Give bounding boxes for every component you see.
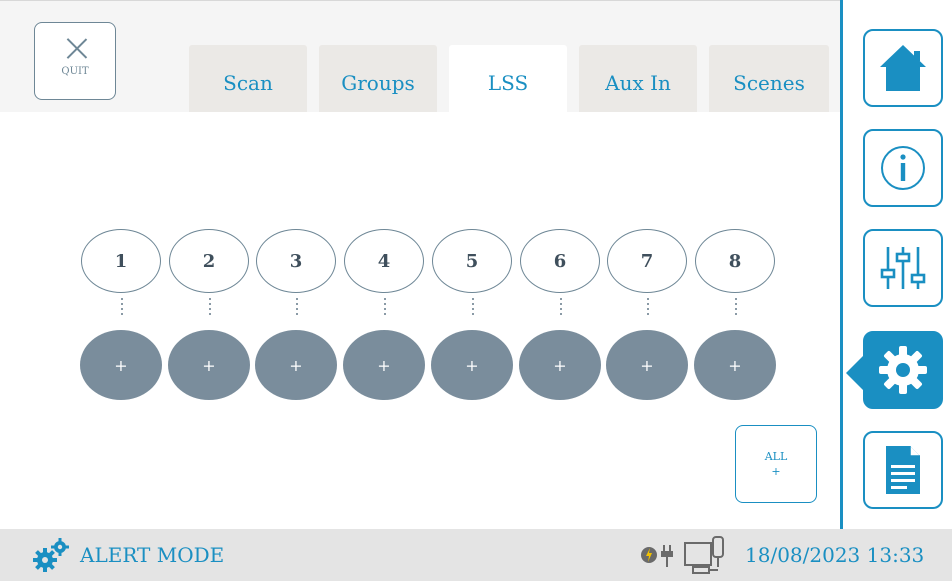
channel-8-add-button[interactable]: + bbox=[694, 330, 776, 400]
channel-4-label: 4 bbox=[344, 229, 424, 293]
channel-5-add-button[interactable]: + bbox=[431, 330, 513, 400]
settings-button[interactable] bbox=[863, 331, 943, 409]
connector bbox=[735, 298, 737, 318]
sliders-icon bbox=[880, 247, 926, 289]
channel-2-add-button[interactable]: + bbox=[168, 330, 250, 400]
channel-3-label: 3 bbox=[256, 229, 336, 293]
home-button[interactable] bbox=[863, 29, 943, 107]
document-button[interactable] bbox=[863, 431, 943, 509]
channel-2-label: 2 bbox=[169, 229, 249, 293]
channel-6-add-button[interactable]: + bbox=[519, 330, 601, 400]
channel-6-label: 6 bbox=[520, 229, 600, 293]
close-icon bbox=[66, 37, 88, 59]
connector bbox=[647, 298, 649, 318]
connector bbox=[296, 298, 298, 318]
channel-5-label: 5 bbox=[432, 229, 512, 293]
quit-label: QUIT bbox=[61, 66, 89, 77]
home-icon bbox=[880, 45, 926, 91]
channel-1-label: 1 bbox=[81, 229, 161, 293]
active-indicator bbox=[846, 355, 864, 391]
connector bbox=[209, 298, 211, 318]
tab-scenes[interactable]: Scenes bbox=[709, 45, 829, 112]
gear-icon bbox=[879, 346, 927, 394]
settings-gears-icon bbox=[33, 538, 69, 572]
tab-lss[interactable]: LSS bbox=[449, 45, 567, 112]
mixer-button[interactable] bbox=[863, 229, 943, 307]
channel-3-add-button[interactable]: + bbox=[255, 330, 337, 400]
tab-aux-in[interactable]: Aux In bbox=[579, 45, 697, 112]
alert-mode-text: ALERT MODE bbox=[80, 543, 225, 567]
tab-scan[interactable]: Scan bbox=[189, 45, 307, 112]
add-all-button[interactable]: ALL + bbox=[735, 425, 817, 503]
connector bbox=[560, 298, 562, 318]
tab-groups[interactable]: Groups bbox=[319, 45, 437, 112]
info-button[interactable] bbox=[863, 129, 943, 207]
connector bbox=[472, 298, 474, 318]
content-area bbox=[0, 112, 840, 529]
connector bbox=[384, 298, 386, 318]
channel-7-add-button[interactable]: + bbox=[606, 330, 688, 400]
datetime: 18/08/2023 13:33 bbox=[745, 543, 925, 567]
channel-8-label: 8 bbox=[695, 229, 775, 293]
document-icon bbox=[886, 446, 920, 494]
quit-button[interactable]: QUIT bbox=[34, 22, 116, 100]
computer-network-icon bbox=[684, 536, 724, 574]
add-all-plus: + bbox=[771, 465, 781, 478]
connector bbox=[121, 298, 123, 318]
power-plug-icon bbox=[641, 545, 673, 567]
channel-7-label: 7 bbox=[607, 229, 687, 293]
info-icon bbox=[881, 146, 925, 190]
channel-4-add-button[interactable]: + bbox=[343, 330, 425, 400]
add-all-label: ALL bbox=[764, 449, 788, 463]
channel-1-add-button[interactable]: + bbox=[80, 330, 162, 400]
